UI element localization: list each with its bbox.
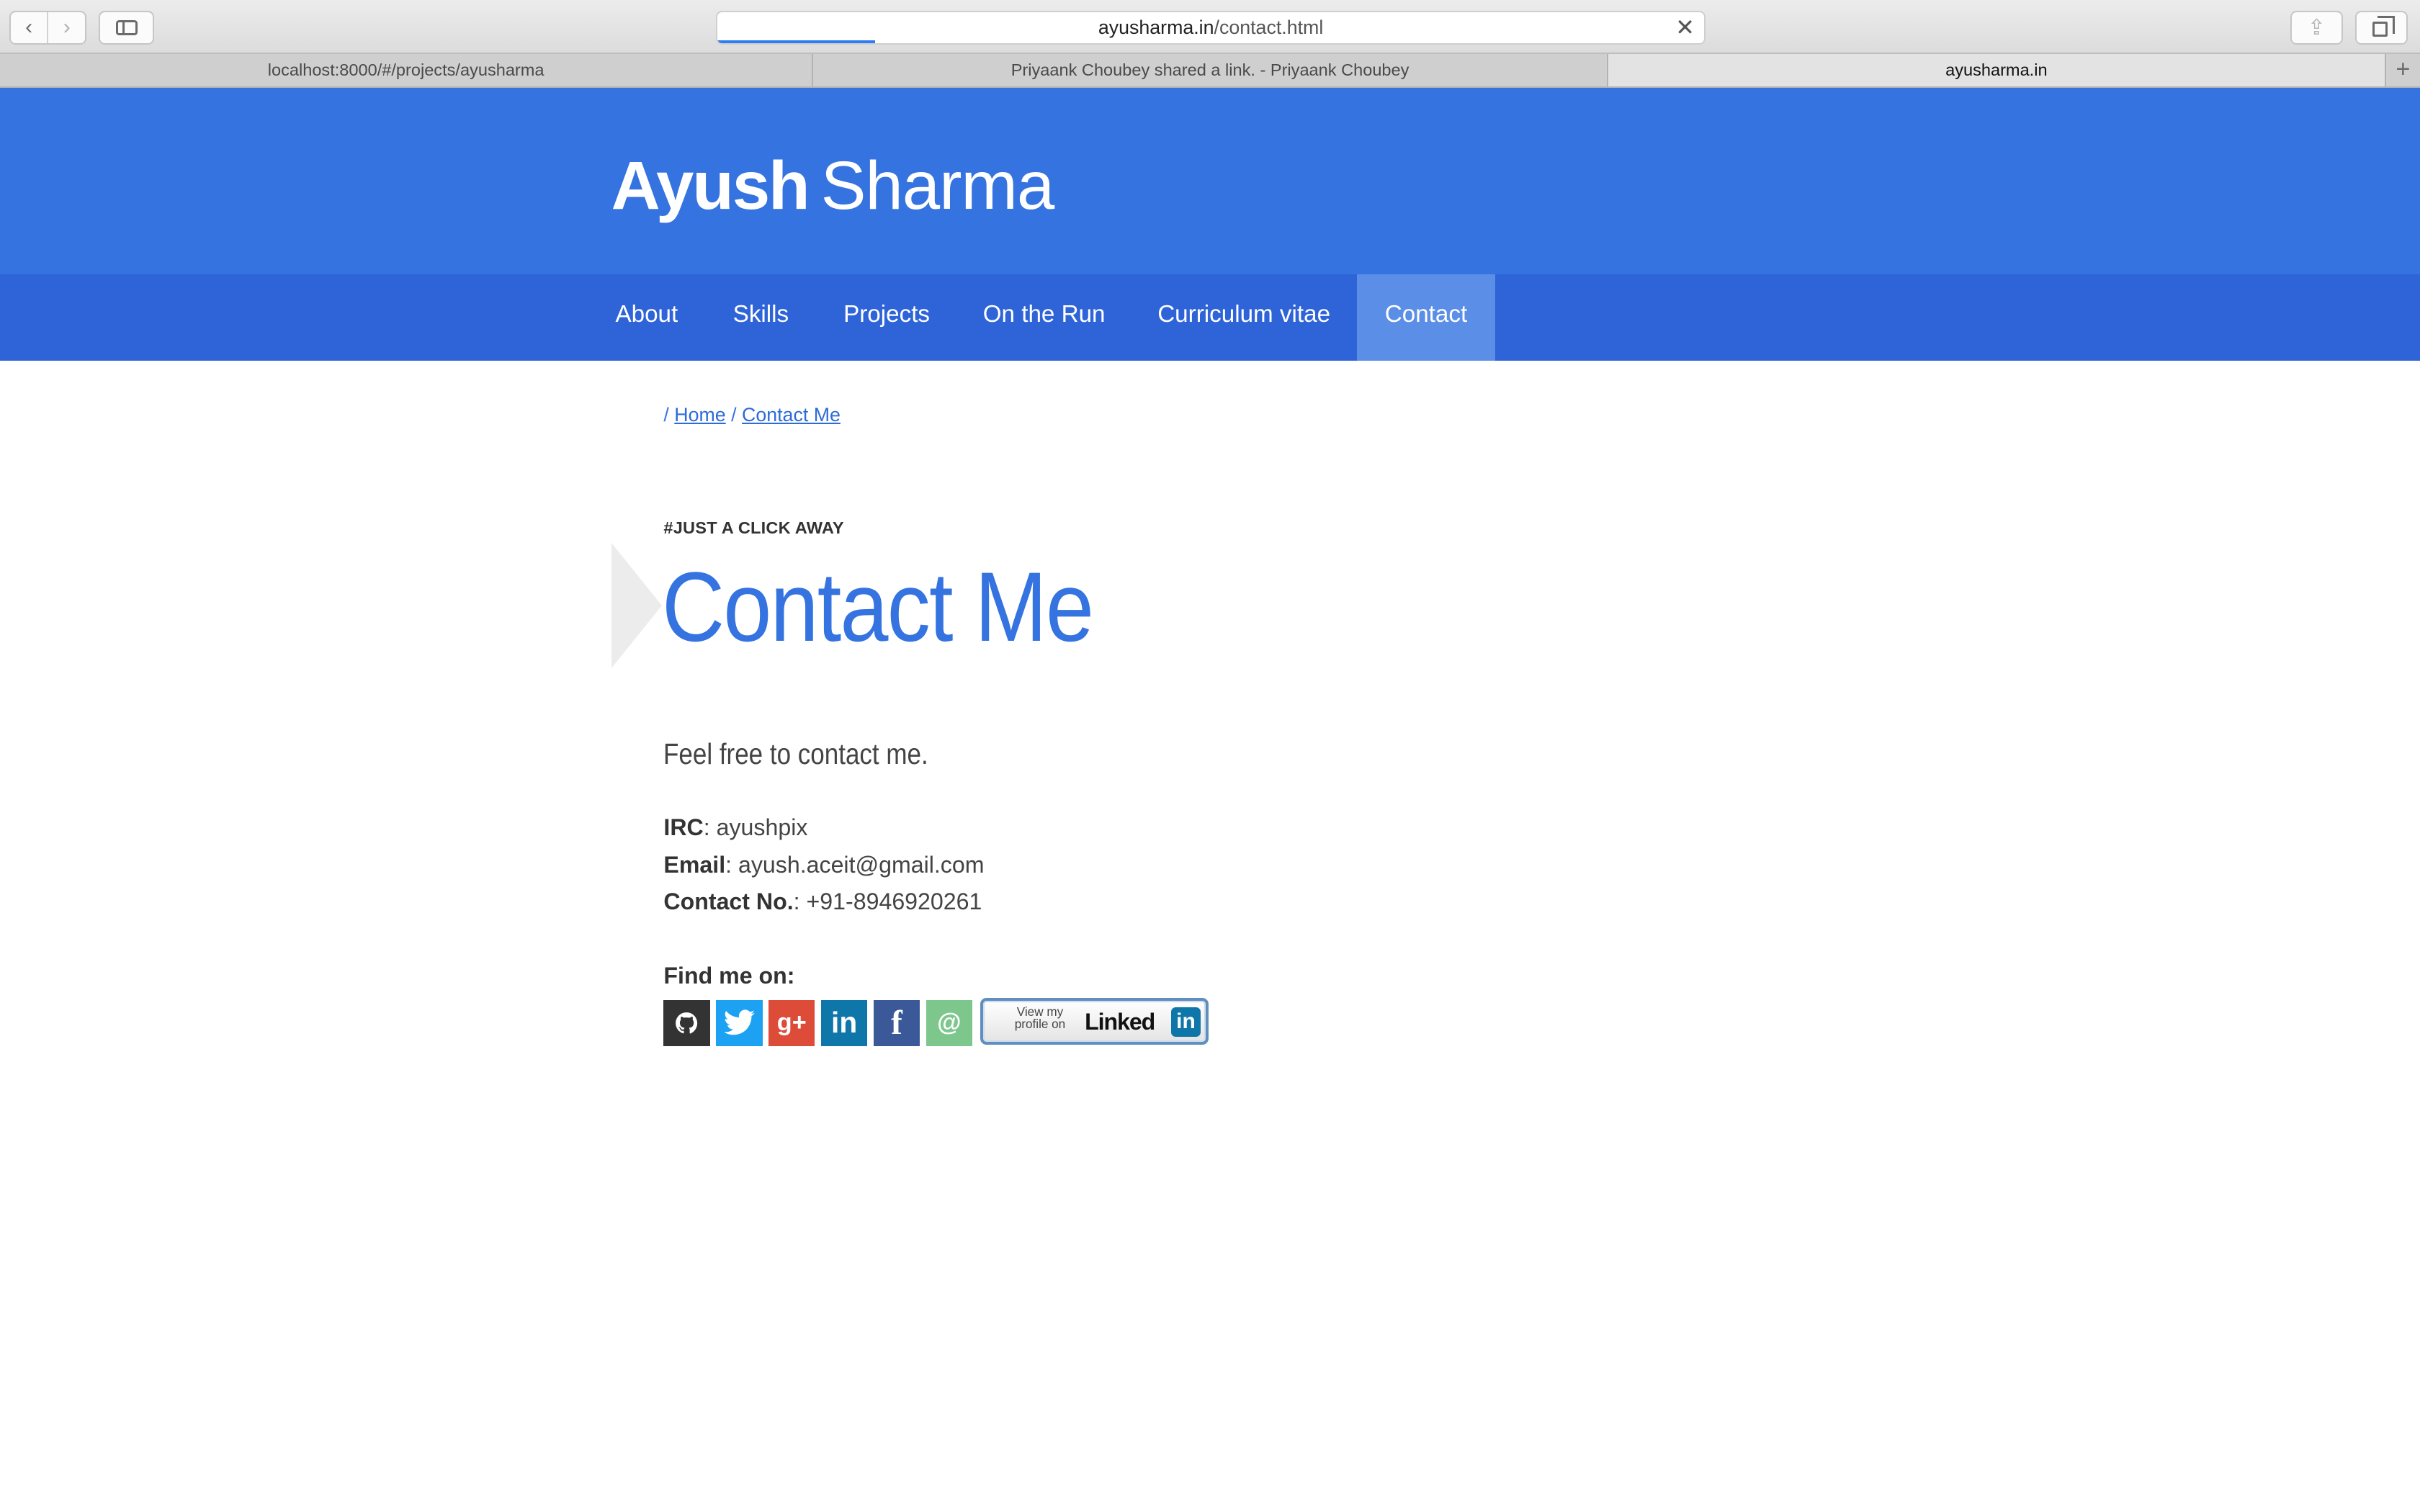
page-title: Contact Me bbox=[662, 552, 1094, 662]
share-icon: ⇪ bbox=[2307, 16, 2326, 40]
badge-linked-word: Linked bbox=[1085, 1009, 1155, 1035]
email-line: Email: ayush.aceit@gmail.com bbox=[663, 852, 984, 878]
show-tabs-button[interactable] bbox=[2355, 11, 2408, 45]
address-bar[interactable]: ayusharma.in/contact.html ✕ bbox=[716, 11, 1706, 45]
email-value: : ayush.aceit@gmail.com bbox=[725, 851, 985, 878]
url-path: /contact.html bbox=[1214, 17, 1324, 38]
twitter-icon bbox=[724, 1009, 755, 1035]
irc-label: IRC bbox=[663, 814, 704, 841]
google-plus-icon: g+ bbox=[776, 1009, 807, 1037]
email-at-icon: @ bbox=[937, 1009, 962, 1037]
nav-on-the-run[interactable]: On the Run bbox=[957, 274, 1131, 361]
nav-skills[interactable]: Skills bbox=[705, 274, 816, 361]
phone-line: Contact No.: +91-8946920261 bbox=[663, 888, 982, 915]
section-kicker: #JUST A CLICK AWAY bbox=[663, 518, 844, 537]
url-host: ayusharma.in bbox=[1098, 17, 1214, 38]
phone-label: Contact No. bbox=[663, 888, 794, 915]
nav-curriculum-vitae[interactable]: Curriculum vitae bbox=[1131, 274, 1357, 361]
breadcrumb-home-link[interactable]: Home bbox=[674, 404, 725, 426]
github-icon bbox=[676, 1012, 698, 1034]
breadcrumb-separator: / bbox=[731, 404, 737, 426]
irc-value: : ayushpix bbox=[703, 814, 808, 841]
new-tab-button[interactable]: + bbox=[2386, 54, 2420, 86]
brand-last-name: Sharma bbox=[820, 147, 1055, 223]
site-header: Ayush Sharma bbox=[0, 88, 2420, 275]
breadcrumb-current-link[interactable]: Contact Me bbox=[742, 404, 841, 426]
site-brand[interactable]: Ayush Sharma bbox=[611, 147, 1055, 224]
google-plus-link[interactable]: g+ bbox=[768, 999, 815, 1046]
nav-about[interactable]: About bbox=[588, 274, 705, 361]
sidebar-toggle-button[interactable] bbox=[99, 11, 155, 45]
badge-caption: View my profile on bbox=[1014, 1004, 1066, 1031]
breadcrumb: / Home / Contact Me bbox=[663, 404, 840, 426]
back-button[interactable]: ‹ bbox=[11, 12, 48, 43]
nav-projects[interactable]: Projects bbox=[817, 274, 957, 361]
breadcrumb-separator: / bbox=[663, 404, 669, 426]
main-nav: About Skills Projects On the Run Curricu… bbox=[0, 274, 2420, 361]
twitter-link[interactable] bbox=[716, 999, 763, 1046]
linkedin-icon: in bbox=[831, 1006, 858, 1040]
sidebar-icon bbox=[115, 19, 138, 36]
stop-loading-icon[interactable]: ✕ bbox=[1675, 12, 1695, 43]
forward-button[interactable]: › bbox=[47, 12, 85, 43]
brand-first-name: Ayush bbox=[611, 147, 810, 223]
page-load-progress bbox=[717, 40, 876, 44]
tab-bar: localhost:8000/#/projects/ayusharma Priy… bbox=[0, 54, 2420, 89]
tabs-overview-icon bbox=[2372, 16, 2396, 37]
linkedin-in-logo-icon: in bbox=[1171, 1007, 1201, 1037]
title-arrow-decoration bbox=[611, 543, 662, 669]
phone-value: : +91-8946920261 bbox=[793, 888, 982, 915]
email-link[interactable]: @ bbox=[926, 999, 972, 1046]
email-label: Email bbox=[663, 851, 726, 878]
find-me-label: Find me on: bbox=[663, 963, 795, 989]
irc-line: IRC: ayushpix bbox=[663, 814, 807, 841]
history-nav-group: ‹ › bbox=[9, 11, 86, 45]
linkedin-profile-badge[interactable]: View my profile on Linked in bbox=[980, 998, 1209, 1045]
browser-tab[interactable]: Priyaank Choubey shared a link. - Priyaa… bbox=[813, 54, 1608, 86]
share-button[interactable]: ⇪ bbox=[2290, 11, 2343, 45]
github-link[interactable] bbox=[663, 999, 710, 1046]
facebook-link[interactable]: f bbox=[873, 999, 920, 1046]
intro-text: Feel free to contact me. bbox=[663, 737, 929, 771]
browser-tab-active[interactable]: ayusharma.in bbox=[1608, 54, 2386, 86]
nav-contact[interactable]: Contact bbox=[1356, 274, 1496, 361]
facebook-icon: f bbox=[891, 1004, 902, 1042]
browser-tab[interactable]: localhost:8000/#/projects/ayusharma bbox=[0, 54, 814, 86]
browser-toolbar: ‹ › ayusharma.in/contact.html ✕ ⇪ bbox=[0, 0, 2420, 54]
linkedin-link[interactable]: in bbox=[821, 999, 868, 1046]
